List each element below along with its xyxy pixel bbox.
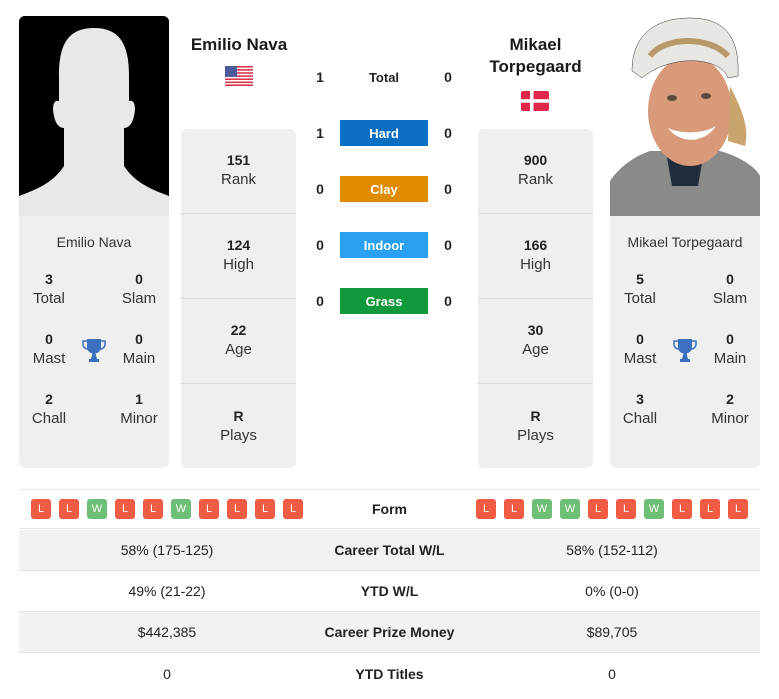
trophy-icon <box>82 339 106 362</box>
player1-rank: 151 Rank <box>181 129 296 214</box>
h2h-indoor-row: 0 Indoor 0 <box>310 232 460 258</box>
comparison-row-career-wl: 58% (175-125) Career Total W/L 58% (152-… <box>19 530 760 571</box>
form-win-badge[interactable]: W <box>87 499 107 519</box>
usa-flag-icon <box>225 66 253 86</box>
form-loss-badge[interactable]: L <box>700 499 720 519</box>
form-win-badge[interactable]: W <box>532 499 552 519</box>
surface-clay-badge[interactable]: Clay <box>340 176 428 202</box>
player1-titles-slam: 0 Slam <box>121 271 157 307</box>
form-loss-badge[interactable]: L <box>31 499 51 519</box>
player2-name[interactable]: Mikael Torpegaard <box>478 34 593 78</box>
player2-rank: 900 Rank <box>478 129 593 214</box>
comparison-row-prize-money: $442,385 Career Prize Money $89,705 <box>19 612 760 653</box>
form-label: Form <box>372 501 407 517</box>
player2-card-name: Mikael Torpegaard <box>627 234 743 250</box>
h2h-total-row: 1 Total 0 <box>316 69 452 85</box>
player-headshot-icon <box>610 16 760 216</box>
trophy-icon <box>673 339 697 362</box>
player2-titles-minor: 2 Minor <box>711 391 749 427</box>
form-loss-badge[interactable]: L <box>199 499 219 519</box>
surface-grass-badge[interactable]: Grass <box>340 288 428 314</box>
h2h-total-label: Total <box>368 69 400 85</box>
player1-titles-main: 0 Main <box>122 331 156 367</box>
player1-titles-minor: 1 Minor <box>120 391 158 427</box>
h2h-grass-row: 0 Grass 0 <box>310 288 460 314</box>
player2-age: 30 Age <box>478 299 593 384</box>
form-loss-badge[interactable]: L <box>59 499 79 519</box>
player1-name[interactable]: Emilio Nava <box>180 34 298 56</box>
form-loss-badge[interactable]: L <box>588 499 608 519</box>
form-row: LLWLLWLLLL Form LLWWLLWLLL <box>19 489 760 529</box>
player1-plays: R Plays <box>220 407 257 444</box>
player1-titles-card: Emilio Nava 3 Total 0 Slam 0 Mast 0 Main 2 Ch… <box>19 216 169 468</box>
form-loss-badge[interactable]: L <box>504 499 524 519</box>
player2-photo <box>610 16 760 216</box>
form-win-badge[interactable]: W <box>560 499 580 519</box>
player2-titles-main: 0 Main <box>713 331 747 367</box>
player2-titles-slam: 0 Slam <box>712 271 748 307</box>
player1-age: 22 Age <box>181 299 296 384</box>
player1-photo <box>19 16 169 216</box>
form-loss-badge[interactable]: L <box>227 499 247 519</box>
form-win-badge[interactable]: W <box>171 499 191 519</box>
player1-form: LLWLLWLLLL <box>31 499 303 519</box>
player2-titles-card: Mikael Torpegaard 5 Total 0 Slam 0 Mast 0 Ma… <box>610 216 760 468</box>
player2-titles-total: 5 Total <box>624 271 656 307</box>
surface-indoor-badge[interactable]: Indoor <box>340 232 428 258</box>
player1-stats: 151 Rank 124 High 22 Age R Plays <box>181 129 296 468</box>
denmark-flag-icon <box>521 91 549 111</box>
surface-hard-badge[interactable]: Hard <box>340 120 428 146</box>
form-loss-badge[interactable]: L <box>283 499 303 519</box>
player1-high: 124 High <box>181 214 296 299</box>
comparison-row-ytd-titles: 0 YTD Titles 0 <box>163 665 616 682</box>
form-loss-badge[interactable]: L <box>672 499 692 519</box>
h2h-clay-row: 0 Clay 0 <box>310 176 460 202</box>
player1-card-name: Emilio Nava <box>56 234 132 250</box>
form-loss-badge[interactable]: L <box>476 499 496 519</box>
h2h-hard-row: 1 Hard 0 <box>310 120 460 146</box>
player2-form: LLWWLLWLLL <box>476 499 748 519</box>
silhouette-icon <box>19 16 169 216</box>
player2-high: 166 High <box>478 214 593 299</box>
player2-titles-chall: 3 Chall <box>622 391 658 427</box>
player2-titles-mast: 0 Mast <box>623 331 657 367</box>
player1-titles-chall: 2 Chall <box>31 391 67 427</box>
form-loss-badge[interactable]: L <box>616 499 636 519</box>
comparison-row-ytd-wl: 49% (21-22) YTD W/L 0% (0-0) <box>19 571 760 612</box>
form-loss-badge[interactable]: L <box>115 499 135 519</box>
form-win-badge[interactable]: W <box>644 499 664 519</box>
player1-titles-mast: 0 Mast <box>32 331 66 367</box>
player2-stats: 900 Rank 166 High 30 Age R Plays <box>478 129 593 468</box>
player2-plays: R Plays <box>517 407 554 444</box>
player1-titles-total: 3 Total <box>33 271 65 307</box>
form-loss-badge[interactable]: L <box>728 499 748 519</box>
form-loss-badge[interactable]: L <box>255 499 275 519</box>
form-loss-badge[interactable]: L <box>143 499 163 519</box>
